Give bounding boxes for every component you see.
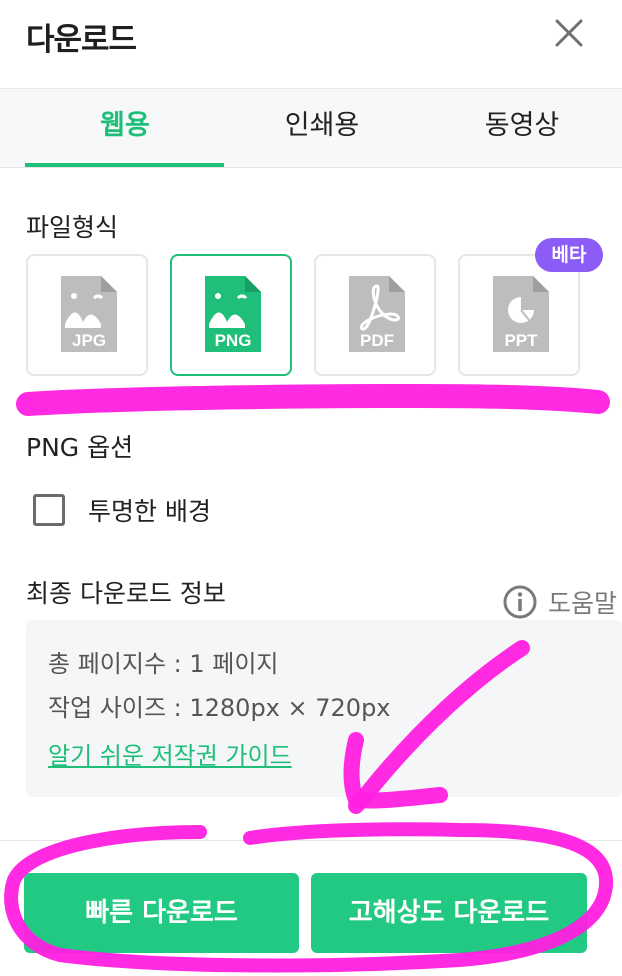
dialog-header: 다운로드	[0, 0, 622, 88]
total-pages-text: 총 페이지수 : 1 페이지	[48, 650, 279, 678]
ppt-format-text: PPT	[504, 331, 538, 350]
info-icon	[503, 585, 537, 619]
close-icon[interactable]	[552, 16, 586, 50]
transparent-background-checkbox[interactable]	[33, 494, 65, 526]
annotation-underline	[16, 383, 610, 416]
copyright-guide-link[interactable]: 알기 쉬운 저작권 가이드	[48, 736, 292, 771]
jpg-file-icon: JPG	[61, 276, 117, 352]
dialog-title: 다운로드	[26, 22, 137, 58]
ppt-file-icon: PPT	[493, 276, 549, 352]
format-option-jpg[interactable]: JPG	[26, 254, 148, 376]
png-file-icon: PNG	[205, 276, 261, 352]
tab-video[interactable]: 동영상	[422, 89, 622, 167]
format-option-png[interactable]: PNG	[170, 254, 292, 376]
work-size-text: 작업 사이즈 : 1280px × 720px	[48, 694, 391, 722]
tab-print[interactable]: 인쇄용	[222, 89, 422, 167]
footer-divider	[0, 840, 622, 841]
fast-download-button[interactable]: 빠른 다운로드	[24, 873, 299, 953]
high-resolution-download-button[interactable]: 고해상도 다운로드	[311, 873, 587, 953]
transparent-background-label[interactable]: 투명한 배경	[88, 492, 211, 528]
active-tab-indicator	[25, 163, 224, 167]
pdf-format-text: PDF	[360, 331, 394, 350]
tab-web[interactable]: 웹용	[25, 89, 225, 167]
file-format-label: 파일형식	[26, 213, 119, 242]
final-download-info-label: 최종 다운로드 정보	[26, 579, 226, 608]
download-info-box: 총 페이지수 : 1 페이지 작업 사이즈 : 1280px × 720px 알…	[26, 620, 622, 797]
format-option-ppt[interactable]: PPT	[458, 254, 580, 376]
png-options-label: PNG 옵션	[26, 433, 134, 462]
format-option-pdf[interactable]: PDF	[314, 254, 436, 376]
pdf-file-icon: PDF	[349, 276, 405, 352]
jpg-format-text: JPG	[72, 331, 106, 350]
beta-badge: 베타	[535, 238, 603, 272]
png-format-text: PNG	[215, 331, 252, 350]
help-label[interactable]: 도움말	[548, 584, 617, 620]
tab-bar: 웹용 인쇄용 동영상	[0, 88, 622, 168]
